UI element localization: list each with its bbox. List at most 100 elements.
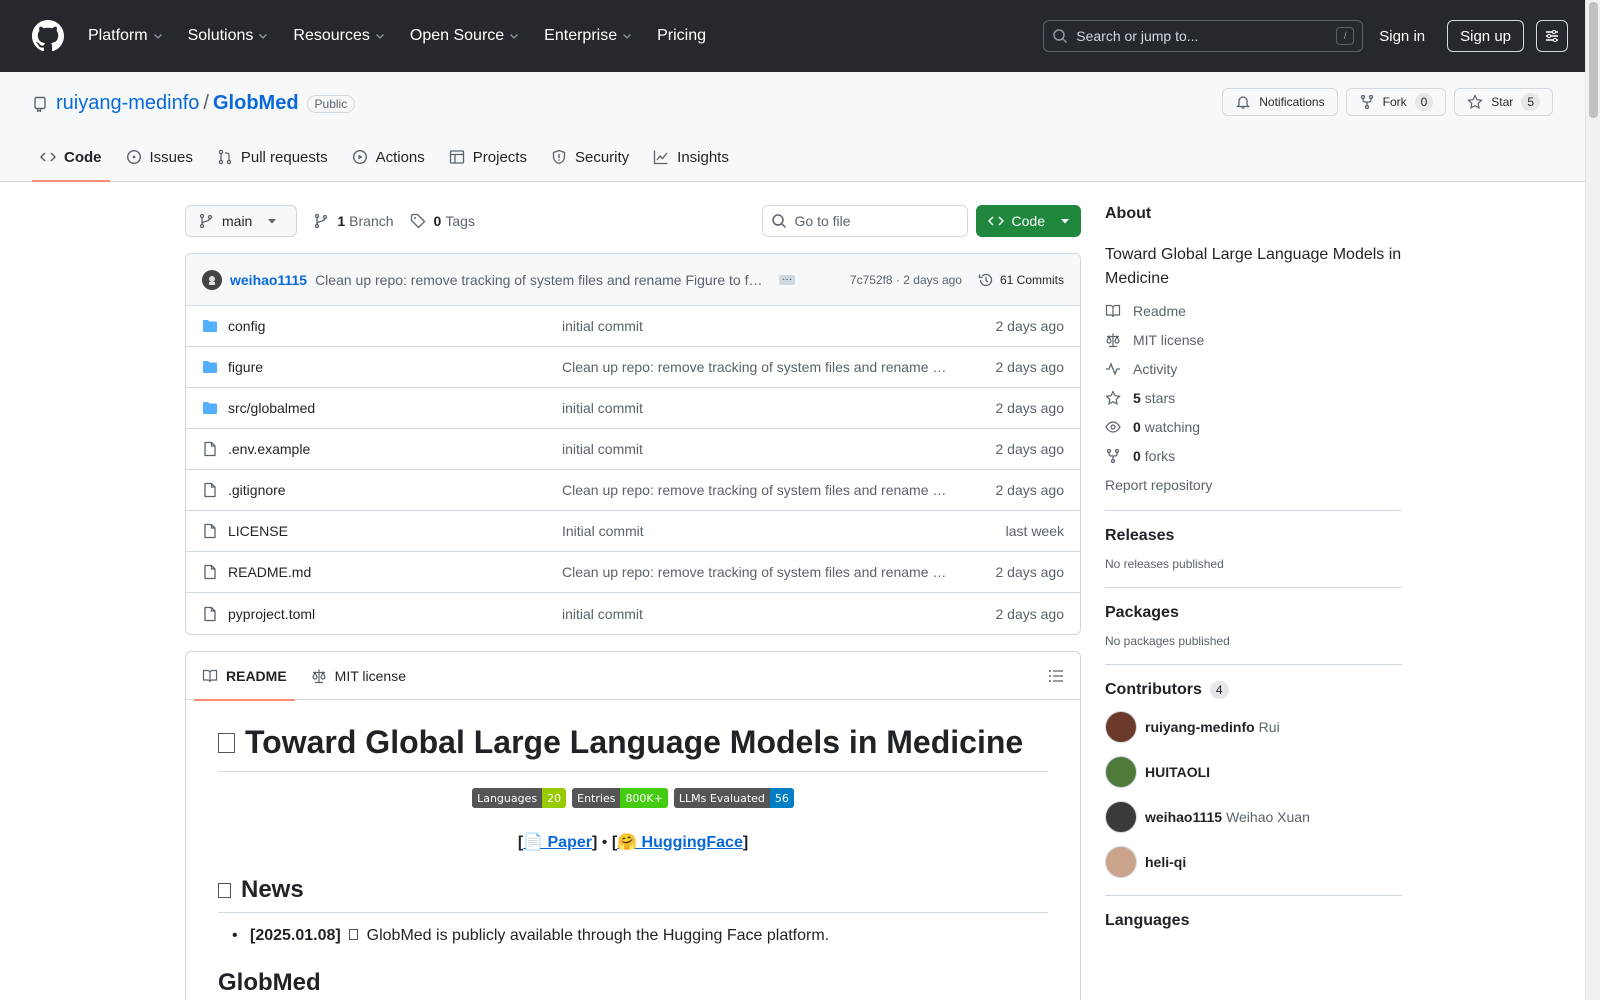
repo-icon [34, 96, 46, 112]
tab-security[interactable]: Security [543, 133, 637, 181]
tab-actions[interactable]: Actions [344, 133, 433, 181]
license-link[interactable]: MIT license [1105, 330, 1402, 349]
badge-entries[interactable]: Entries 800K+ [572, 788, 668, 808]
readme-link[interactable]: Readme [1105, 301, 1402, 320]
badge-llms-evaluated[interactable]: LLMs Evaluated 56 [673, 788, 794, 808]
branch-select-button[interactable]: main [185, 205, 298, 237]
star-button[interactable]: Star 5 [1454, 88, 1553, 116]
global-search-input[interactable]: Search or jump to... / [1043, 20, 1364, 52]
file-row[interactable]: LICENSE Initial commit last week [186, 511, 1080, 552]
file-row[interactable]: figure Clean up repo: remove tracking of … [186, 347, 1080, 388]
branches-link[interactable]: 1 Branch [313, 213, 394, 229]
avatar[interactable] [1105, 801, 1137, 833]
emoji-placeholder-icon [218, 882, 231, 898]
file-row[interactable]: README.md Clean up repo: remove tracking … [186, 552, 1080, 593]
search-icon [771, 214, 786, 229]
tab-code[interactable]: Code [32, 133, 110, 182]
tab-issues[interactable]: Issues [118, 133, 201, 181]
stars-link[interactable]: 5 stars [1105, 388, 1402, 407]
tab-license[interactable]: MIT license [303, 652, 414, 700]
latest-commit-bar: weihao1115 Clean up repo: remove trackin… [186, 254, 1080, 306]
contributor-item[interactable]: heli-qi [1105, 845, 1402, 879]
contributor-item[interactable]: HUITAOLI [1105, 755, 1402, 789]
file-commit-message[interactable]: Clean up repo: remove tracking of system… [562, 482, 948, 498]
commit-author-link[interactable]: weihao1115 [230, 272, 307, 288]
commit-sha-time[interactable]: 7c752f8 · 2 days ago [850, 273, 962, 287]
file-row[interactable]: src/globalmed initial commit 2 days ago [186, 388, 1080, 429]
forks-link[interactable]: 0 forks [1105, 446, 1402, 465]
repo-owner-link[interactable]: ruiyang-medinfo [56, 92, 199, 115]
contributor-login[interactable]: weihao1115 [1145, 809, 1222, 825]
packages-heading[interactable]: Packages [1105, 604, 1402, 622]
watchers-link[interactable]: 0 watching [1105, 417, 1402, 436]
commit-message-link[interactable]: Clean up repo: remove tracking of system… [315, 272, 763, 288]
repo-name-link[interactable]: GlobMed [213, 92, 299, 115]
folder-icon [203, 320, 217, 332]
file-name-link[interactable]: src/globalmed [228, 400, 562, 416]
contributor-item[interactable]: weihao1115 Weihao Xuan [1105, 800, 1402, 834]
nav-resources[interactable]: Resources [293, 27, 385, 45]
repo-title: ruiyang-medinfo / GlobMed Public [32, 92, 356, 115]
file-commit-message[interactable]: initial commit [562, 318, 948, 334]
contributors-heading[interactable]: Contributors 4 [1105, 681, 1402, 699]
fork-button[interactable]: Fork 0 [1345, 88, 1447, 116]
sign-in-link[interactable]: Sign in [1379, 28, 1425, 45]
avatar[interactable] [1105, 756, 1137, 788]
avatar[interactable] [202, 269, 222, 290]
file-name-link[interactable]: LICENSE [228, 523, 562, 539]
file-name-link[interactable]: .gitignore [228, 482, 562, 498]
tab-insights[interactable]: Insights [645, 133, 737, 181]
releases-heading[interactable]: Releases [1105, 527, 1402, 545]
outline-button[interactable] [1048, 668, 1064, 684]
commits-history-link[interactable]: 61 Commits [978, 272, 1064, 288]
file-name-link[interactable]: figure [228, 359, 562, 375]
file-name-link[interactable]: README.md [228, 564, 562, 580]
tags-link[interactable]: 0 Tags [410, 213, 475, 229]
report-repository-link[interactable]: Report repository [1105, 475, 1402, 494]
sign-up-button[interactable]: Sign up [1447, 20, 1524, 52]
badge-languages[interactable]: Languages 20 [472, 788, 567, 808]
nav-platform[interactable]: Platform [88, 27, 164, 45]
contributor-login[interactable]: HUITAOLI [1145, 764, 1210, 780]
folder-icon [203, 402, 217, 414]
paper-link[interactable]: 📄 Paper [523, 834, 592, 851]
nav-solutions[interactable]: Solutions [188, 27, 270, 45]
file-row[interactable]: config initial commit 2 days ago [186, 306, 1080, 347]
file-commit-message[interactable]: Clean up repo: remove tracking of system… [562, 564, 948, 580]
file-commit-message[interactable]: initial commit [562, 606, 948, 622]
folder-icon [203, 361, 217, 373]
github-logo-icon[interactable] [32, 20, 64, 52]
file-row[interactable]: .env.example initial commit 2 days ago [186, 429, 1080, 470]
file-commit-message[interactable]: Clean up repo: remove tracking of system… [562, 359, 948, 375]
expand-commit-button[interactable]: ··· [779, 274, 796, 285]
file-row[interactable]: pyproject.toml initial commit 2 days ago [186, 593, 1080, 634]
menu-button[interactable] [1536, 20, 1568, 52]
tab-pull-requests[interactable]: Pull requests [209, 133, 336, 181]
scrollbar-thumb[interactable] [1589, 2, 1598, 118]
contributor-item[interactable]: ruiyang-medinfo Rui [1105, 710, 1402, 744]
huggingface-link[interactable]: 🤗 HuggingFace [617, 834, 743, 851]
file-name-link[interactable]: pyproject.toml [228, 606, 562, 622]
contributor-login[interactable]: ruiyang-medinfo [1145, 719, 1255, 735]
avatar[interactable] [1105, 846, 1137, 878]
avatar[interactable] [1105, 711, 1137, 743]
nav-enterprise[interactable]: Enterprise [544, 27, 633, 45]
book-icon [1105, 304, 1121, 317]
nav-pricing[interactable]: Pricing [657, 27, 706, 45]
file-commit-message[interactable]: initial commit [562, 441, 948, 457]
tab-projects[interactable]: Projects [441, 133, 535, 181]
page-scrollbar[interactable] [1585, 0, 1600, 1000]
file-commit-message[interactable]: initial commit [562, 400, 948, 416]
activity-link[interactable]: Activity [1105, 359, 1402, 378]
nav-open-source[interactable]: Open Source [410, 27, 520, 45]
code-dropdown-button[interactable]: Code [975, 205, 1081, 237]
file-row[interactable]: .gitignore Clean up repo: remove tracking… [186, 470, 1080, 511]
contributor-login[interactable]: heli-qi [1145, 854, 1186, 870]
notifications-button[interactable]: Notifications [1222, 88, 1338, 116]
file-commit-message[interactable]: Initial commit [562, 523, 948, 539]
go-to-file-input[interactable]: Go to file [761, 205, 968, 237]
file-date: last week [1005, 523, 1064, 539]
file-name-link[interactable]: .env.example [228, 441, 562, 457]
file-name-link[interactable]: config [228, 318, 562, 334]
tab-readme[interactable]: README [194, 652, 295, 701]
